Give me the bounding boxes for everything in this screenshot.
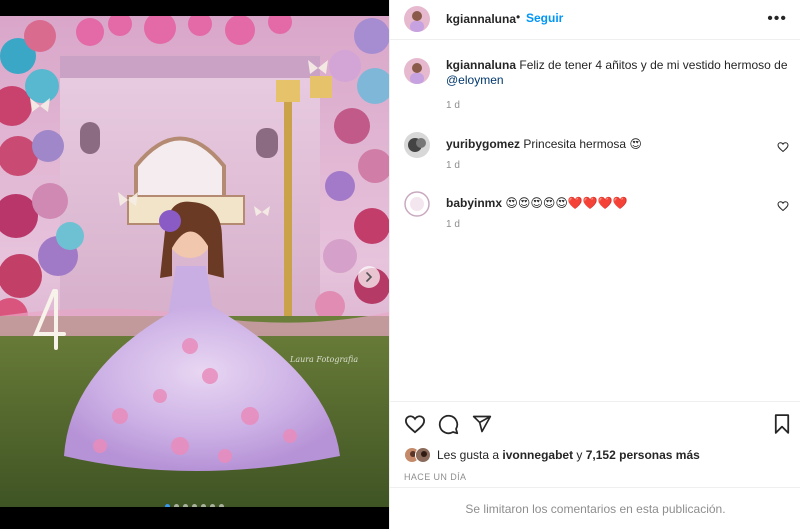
heart-small-icon[interactable] <box>777 199 789 215</box>
post-details-panel: kgiannaluna • Seguir ••• kgiannaluna Fel… <box>389 0 800 529</box>
share-icon[interactable] <box>472 414 492 437</box>
avatar[interactable] <box>404 58 430 84</box>
caption-username[interactable]: kgiannaluna <box>446 58 516 72</box>
like-icon[interactable] <box>404 414 426 437</box>
post-header: kgiannaluna • Seguir ••• <box>390 0 800 40</box>
photo-watermark: Laura Fotografia <box>290 355 359 364</box>
comment-timestamp[interactable]: 1 d <box>446 219 460 230</box>
post-author-username[interactable]: kgiannaluna <box>446 12 516 26</box>
comment-icon[interactable] <box>438 414 459 438</box>
caption-text: kgiannaluna Feliz de tener 4 añitos y de… <box>446 58 791 88</box>
comments-limited-notice: Se limitaron los comentarios en esta pub… <box>390 487 800 529</box>
avatar[interactable] <box>404 6 430 32</box>
likes-prefix: Les gusta a <box>437 448 503 462</box>
save-icon[interactable] <box>774 414 790 437</box>
post-timestamp[interactable]: HACE UN DÍA <box>404 472 466 482</box>
instagram-post-modal: Laura Fotografia kgiannaluna • Seguir ••… <box>0 0 800 529</box>
comment-timestamp[interactable]: 1 d <box>446 160 460 171</box>
comment-username[interactable]: yuribygomez <box>446 137 520 151</box>
header-separator: • <box>516 10 521 24</box>
heart-small-icon[interactable] <box>777 140 789 156</box>
comment-text: babyinmx 😍😍😍😍😍❤️❤️❤️❤️ <box>446 196 628 210</box>
post-actions-bar <box>390 401 800 445</box>
next-arrow-icon <box>366 272 373 282</box>
likes-text: Les gusta a ivonnegabet y 7,152 personas… <box>437 448 700 462</box>
caption-timestamp[interactable]: 1 d <box>446 100 460 111</box>
next-image-button[interactable] <box>358 266 380 288</box>
comment-body: 😍😍😍😍😍❤️❤️❤️❤️ <box>505 196 628 210</box>
comment-body: Princesita hermosa 😍 <box>523 137 642 151</box>
media-top-bar <box>0 0 389 16</box>
photo-illustration <box>0 16 389 507</box>
follow-button[interactable]: Seguir <box>526 11 563 25</box>
likes-middle: y <box>573 448 586 462</box>
caption-mention-link[interactable]: @eloymen <box>446 73 504 87</box>
caption-body: Feliz de tener 4 añitos y de mi vestido … <box>519 58 788 72</box>
likes-summary: Les gusta a ivonnegabet y 7,152 personas… <box>404 446 700 464</box>
likes-user-link[interactable]: ivonnegabet <box>502 448 573 462</box>
avatar[interactable] <box>404 132 430 158</box>
post-photo[interactable]: Laura Fotografia <box>0 16 389 507</box>
comment-text: yuribygomez Princesita hermosa 😍 <box>446 137 642 151</box>
likes-count-link[interactable]: 7,152 personas más <box>586 448 700 462</box>
more-options-icon[interactable]: ••• <box>767 10 787 28</box>
avatar[interactable] <box>415 447 431 463</box>
media-bottom-bar <box>0 507 389 529</box>
post-media[interactable]: Laura Fotografia <box>0 0 389 529</box>
comment-username[interactable]: babyinmx <box>446 196 502 210</box>
avatar[interactable] <box>404 191 430 217</box>
